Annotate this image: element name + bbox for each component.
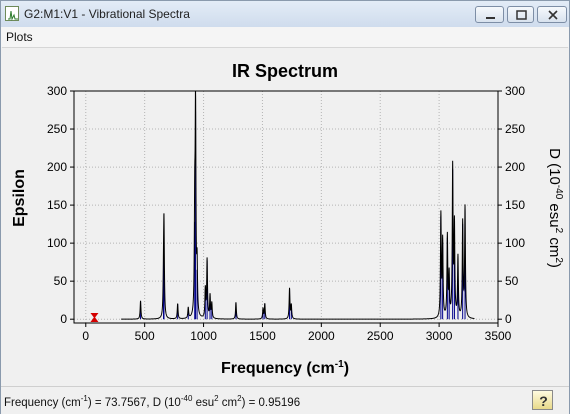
y-right-tick-label: 250	[505, 122, 525, 136]
maximize-icon	[516, 10, 527, 20]
x-tick-label: 500	[135, 329, 155, 343]
minimize-button[interactable]	[475, 6, 504, 23]
cursor-readout: Frequency (cm-1) = 73.7567, D (10-40 esu…	[4, 394, 301, 409]
vibrational-spectra-window: G2:M1:V1 - Vibrational Spectra Plots IR …	[0, 0, 570, 414]
x-tick-label: 2500	[367, 329, 394, 343]
y-left-tick-label: 300	[47, 84, 67, 98]
x-tick-label: 1000	[190, 329, 217, 343]
maximize-button[interactable]	[507, 6, 534, 23]
help-button[interactable]: ?	[532, 390, 553, 410]
plot-area-border	[73, 90, 499, 324]
y-left-tick-label: 150	[47, 198, 67, 212]
y-axis-right-label: D (10-40 esu2 cm2)	[546, 148, 564, 268]
y-right-tick-label: 300	[505, 84, 525, 98]
ir-spectrum-chart[interactable]: IR Spectrum 0 500 1000 1500 2000 2500 3000 3500…	[2, 48, 568, 385]
menu-bar: Plots	[1, 27, 569, 47]
y-axis-left-label: Epsilon	[11, 169, 28, 227]
y-left-tick-label: 50	[54, 274, 68, 288]
chart-title: IR Spectrum	[232, 61, 338, 81]
cursor-marker[interactable]	[90, 312, 99, 322]
x-tick-label: 0	[82, 329, 89, 343]
x-tick-label: 3000	[426, 329, 453, 343]
y-left-tick-label: 100	[47, 236, 67, 250]
status-bar: Frequency (cm-1) = 73.7567, D (10-40 esu…	[1, 386, 569, 414]
y-left-tick-label: 250	[47, 122, 67, 136]
ir-spectrum-plot[interactable]: IR Spectrum 0 500 1000 1500 2000 2500 3000 3500…	[2, 47, 568, 385]
y-right-tick-label: 50	[505, 274, 519, 288]
y-right-tick-label: 100	[505, 236, 525, 250]
menu-item-plots[interactable]: Plots	[6, 30, 33, 44]
close-icon	[548, 10, 558, 20]
spectrum-app-icon	[5, 6, 19, 21]
minimize-icon	[486, 17, 495, 19]
y-left-tick-label: 0	[60, 312, 67, 326]
help-question-icon: ?	[539, 393, 548, 409]
y-left-tick-label: 200	[47, 160, 67, 174]
y-right-tick-label: 150	[505, 198, 525, 212]
close-button[interactable]	[537, 6, 567, 23]
x-tick-label: 2000	[308, 329, 335, 343]
window-title: G2:M1:V1 - Vibrational Spectra	[24, 7, 190, 21]
title-bar[interactable]: G2:M1:V1 - Vibrational Spectra	[1, 1, 569, 28]
y-right-tick-label: 200	[505, 160, 525, 174]
x-tick-label: 3500	[485, 329, 512, 343]
svg-text:?: ?	[539, 393, 548, 409]
y-right-tick-label: 0	[505, 312, 512, 326]
x-tick-label: 1500	[249, 329, 276, 343]
x-axis-label: Frequency (cm-1)	[221, 359, 349, 377]
spectrum-line	[121, 90, 475, 320]
